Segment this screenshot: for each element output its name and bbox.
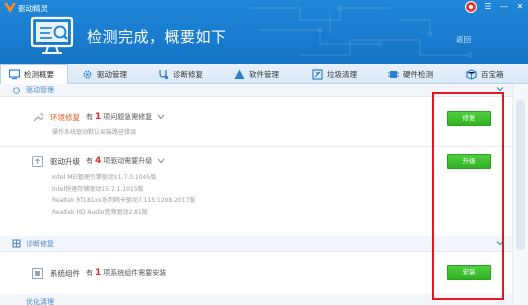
tab-driver-label: 驱动管理: [97, 69, 127, 79]
env-repair-count: 1: [95, 112, 102, 122]
driver-upgrade-title: 驱动升级: [50, 156, 80, 166]
user-avatar[interactable]: [465, 1, 477, 13]
menu-icon[interactable]: ☰: [483, 2, 493, 12]
back-link[interactable]: 返回: [456, 34, 471, 45]
env-repair-prefix: 有: [86, 113, 93, 121]
upgrade-icon: [32, 155, 43, 167]
stethoscope-icon: [159, 69, 169, 79]
app-logo-icon: [4, 3, 16, 13]
wrench-icon: [33, 112, 43, 121]
env-repair-title: 环境修复: [50, 112, 80, 122]
tab-cleanup[interactable]: 垃圾清理: [298, 64, 374, 84]
app-title: 驱动精灵: [18, 4, 48, 13]
box-icon: [466, 68, 477, 80]
chevron-down-icon[interactable]: [157, 158, 165, 164]
section-optimize-label: 优化清理: [26, 297, 54, 305]
tab-cleanup-label: 垃圾清理: [327, 69, 357, 79]
tab-toolbox-label: 百宝箱: [481, 69, 504, 79]
monitor-check-icon: [30, 16, 74, 54]
gear-icon: [13, 86, 20, 94]
tab-summary[interactable]: 检测概要: [0, 64, 68, 84]
header-banner: 驱动精灵 检测完成，概要如下 返回 ☰ — ✕: [0, 0, 528, 66]
app-window: 驱动精灵 检测完成，概要如下 返回 ☰ — ✕ 检测概要 驱动管理 诊断修复 软…: [0, 0, 528, 305]
tab-diagnose[interactable]: 诊断修复: [144, 64, 220, 84]
chevron-down-icon[interactable]: [157, 114, 165, 120]
section-driver-label: 驱动管理: [26, 86, 54, 94]
section-diagnose-label: 诊断修复: [26, 239, 54, 248]
vertical-scrollbar[interactable]: [512, 84, 528, 305]
tab-software[interactable]: 软件管理: [220, 64, 298, 84]
gear-icon: [83, 69, 92, 79]
tab-diagnose-label: 诊断修复: [173, 69, 203, 79]
chip-icon: [388, 70, 399, 78]
close-icon[interactable]: ✕: [515, 2, 525, 12]
annotation-highlight-box: [432, 92, 504, 300]
triangle-app-icon: [234, 69, 245, 79]
tab-software-label: 软件管理: [249, 69, 279, 79]
tab-hardware[interactable]: 硬件检测: [374, 64, 452, 84]
tab-driver[interactable]: 驱动管理: [68, 64, 144, 84]
driver-upgrade-prefix: 有: [86, 157, 93, 165]
broom-icon: [312, 68, 323, 80]
tab-summary-label: 检测概要: [24, 70, 54, 79]
env-repair-summary: 项问题急需修复: [103, 113, 153, 121]
system-component-prefix: 有: [86, 269, 93, 277]
circuit-pattern: [250, 5, 473, 58]
puzzle-icon: [12, 239, 21, 248]
page-headline: 检测完成，概要如下: [87, 28, 227, 46]
tab-toolbox[interactable]: 百宝箱: [452, 64, 528, 84]
main-tab-bar: 检测概要 驱动管理 诊断修复 软件管理 垃圾清理 硬件检测 百宝箱: [0, 64, 528, 84]
system-component-count: 1: [95, 268, 102, 278]
component-icon: [32, 267, 43, 279]
monitor-icon: [9, 69, 20, 80]
tab-hardware-label: 硬件检测: [403, 69, 433, 79]
scrollbar-thumb[interactable]: [516, 100, 525, 250]
system-component-title: 系统组件: [50, 268, 80, 278]
minimize-icon[interactable]: —: [499, 2, 509, 12]
driver-upgrade-summary: 项驱动需要升级: [103, 157, 153, 165]
window-controls: ☰ — ✕: [465, 1, 525, 13]
system-component-summary: 项系统组件需要安装: [103, 269, 167, 277]
driver-upgrade-count: 4: [95, 156, 102, 166]
